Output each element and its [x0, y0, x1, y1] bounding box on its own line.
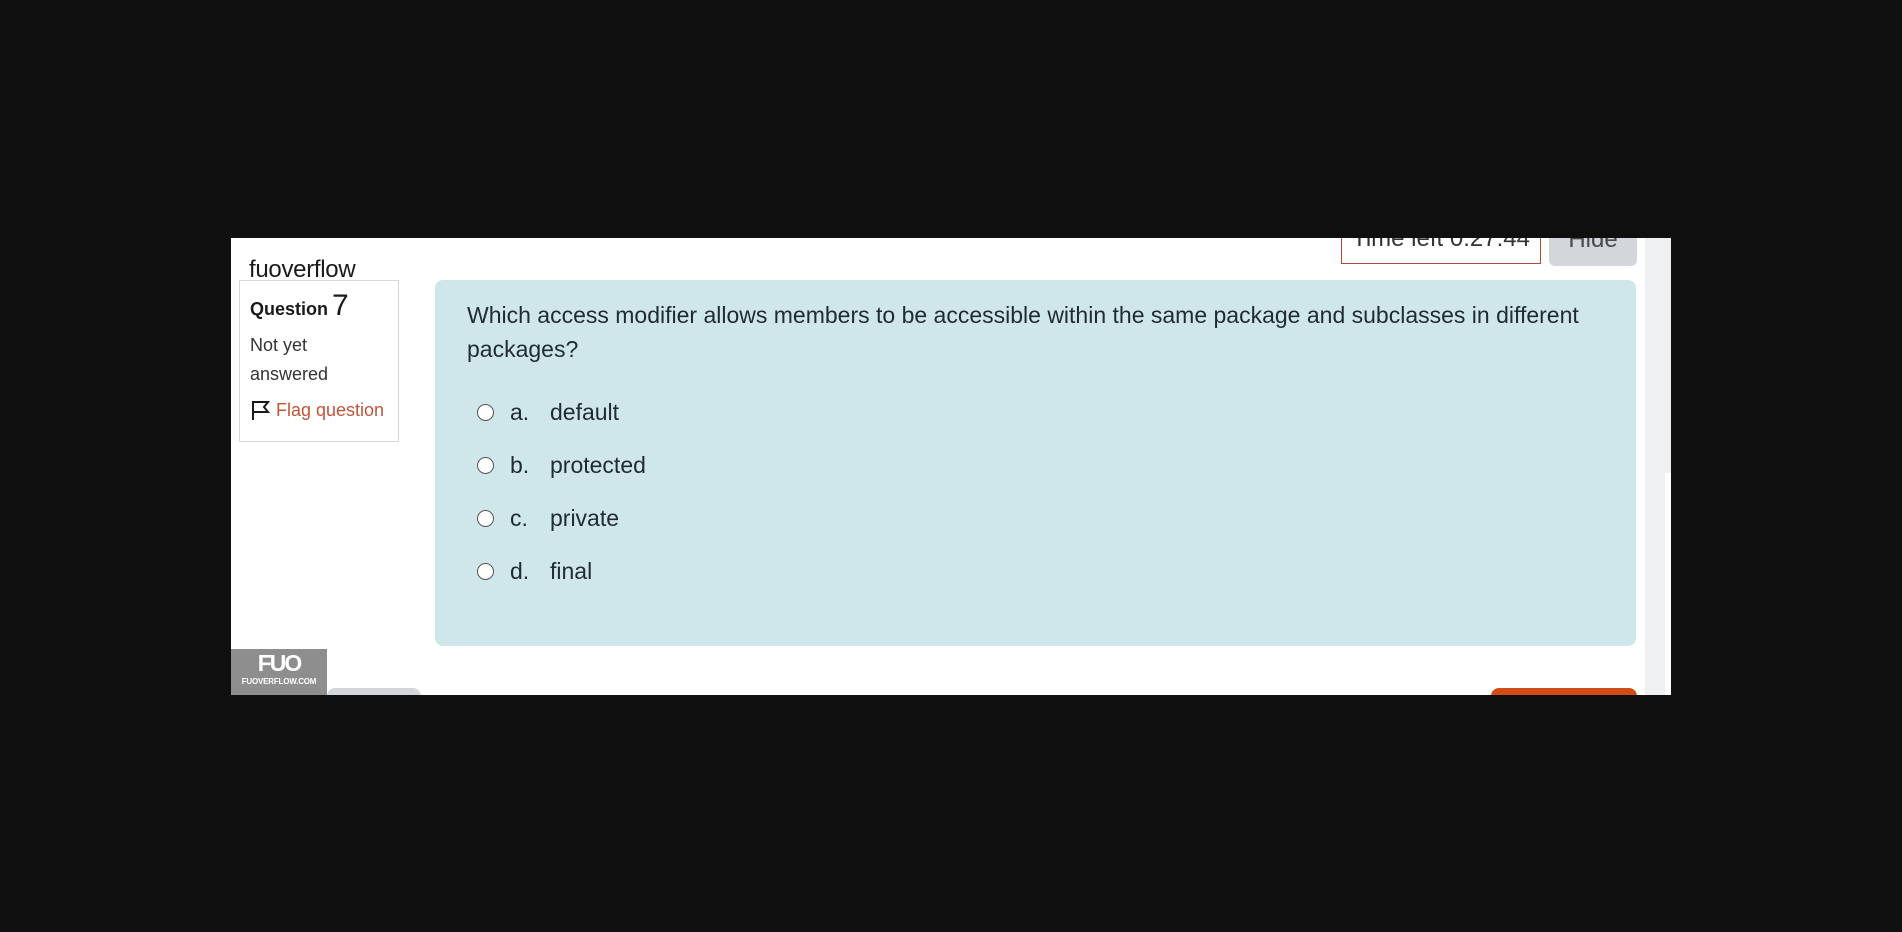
- answer-text: default: [550, 399, 620, 425]
- answer-text: protected: [550, 452, 646, 478]
- fuoverflow-watermark-logo: FUO FUOVERFLOW.COM: [231, 649, 327, 695]
- hide-timer-button[interactable]: Hide: [1549, 238, 1637, 266]
- question-number: 7: [332, 289, 349, 322]
- flag-question-label: Flag question: [276, 399, 385, 420]
- radio-button[interactable]: [477, 510, 494, 527]
- next-page-button[interactable]: [1491, 688, 1637, 695]
- previous-page-button[interactable]: [327, 688, 421, 695]
- radio-button[interactable]: [477, 404, 494, 421]
- question-status: Not yet answered: [250, 335, 329, 384]
- answer-option-c[interactable]: c. private: [477, 492, 1606, 545]
- answer-list: a. default b. protected c. private d. fi…: [477, 386, 1606, 598]
- radio-button[interactable]: [477, 563, 494, 580]
- logo-site: FUOVERFLOW.COM: [241, 677, 317, 686]
- answer-letter: c.: [510, 505, 528, 531]
- scrollbar-thumb[interactable]: [1665, 473, 1671, 695]
- question-info-panel: Question 7 Not yet answered Flag question: [239, 280, 399, 442]
- question-number-heading: Question 7: [250, 289, 388, 323]
- quiz-screen: fuoverflow Time left 0:27:44 Hide Questi…: [231, 238, 1671, 695]
- question-label: Question: [250, 299, 329, 319]
- question-card: Which access modifier allows members to …: [435, 280, 1636, 646]
- radio-button[interactable]: [477, 457, 494, 474]
- flag-question-link[interactable]: Flag question: [250, 399, 388, 421]
- answer-option-d[interactable]: d. final: [477, 545, 1606, 598]
- answer-text: final: [550, 558, 593, 584]
- answer-letter: d.: [510, 558, 530, 584]
- answer-option-a[interactable]: a. default: [477, 386, 1606, 439]
- answer-letter: a.: [510, 399, 530, 425]
- flag-icon: [252, 401, 271, 420]
- answer-text: private: [550, 505, 620, 531]
- answer-option-b[interactable]: b. protected: [477, 439, 1606, 492]
- answer-letter: b.: [510, 452, 530, 478]
- question-text: Which access modifier allows members to …: [467, 302, 1579, 362]
- time-left-display: Time left 0:27:44: [1341, 238, 1541, 264]
- logo-mark: FUO: [257, 650, 303, 676]
